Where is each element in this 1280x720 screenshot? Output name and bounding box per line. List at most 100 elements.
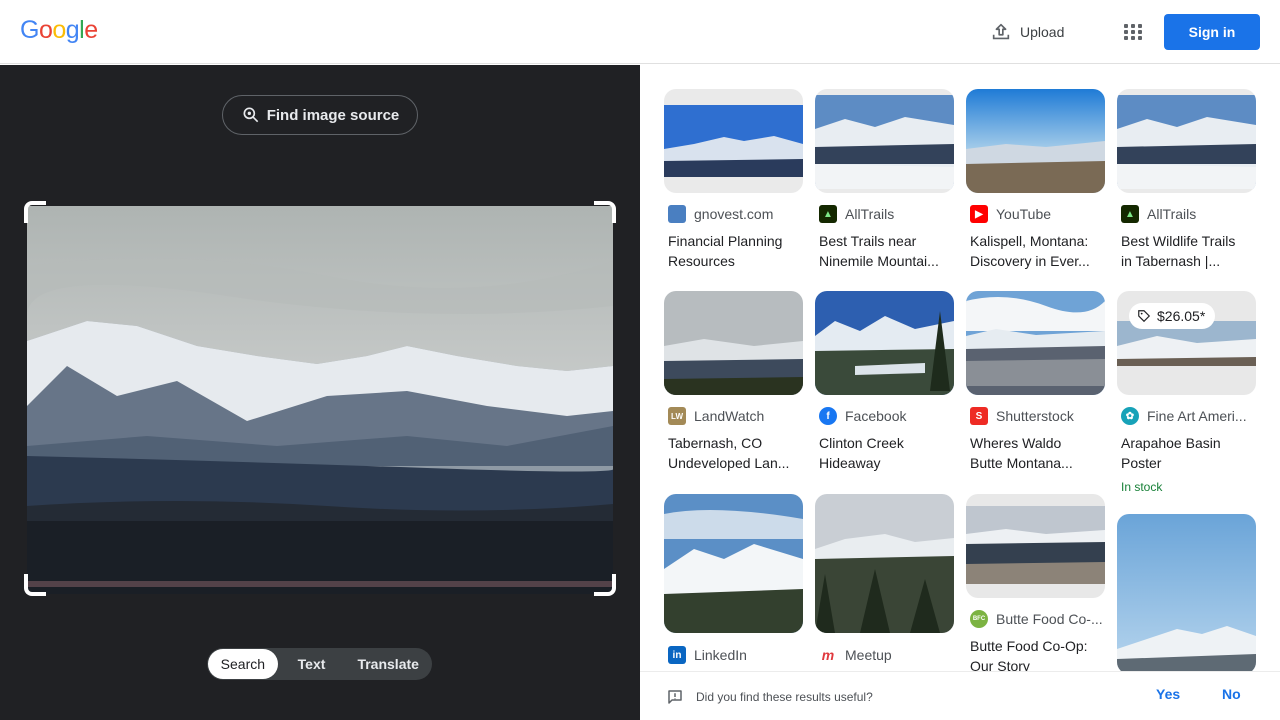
result-title: Clinton Creek Hideaway [819, 435, 904, 471]
stock-status: In stock [1121, 480, 1163, 494]
fineartamerica-favicon-icon: ✿ [1121, 407, 1139, 425]
feedback-bar: Did you find these results useful? Yes N… [640, 671, 1280, 720]
result-thumbnail [815, 291, 954, 395]
logo-letter: g [65, 16, 80, 44]
result-card[interactable]: ▶ YouTube Kalispell, Montana: Discovery i… [966, 89, 1105, 275]
shutterstock-favicon-icon: S [970, 407, 988, 425]
source-name: Meetup [845, 647, 892, 663]
result-title: Wheres Waldo Butte Montana... [970, 435, 1073, 471]
result-title: Tabernash, CO Undeveloped Lan... [668, 435, 790, 471]
result-source: LW LandWatch [668, 407, 764, 425]
feedback-no-button[interactable]: No [1222, 686, 1241, 702]
query-image[interactable] [27, 206, 613, 594]
result-thumbnail [966, 89, 1105, 193]
visual-matches-panel: gnovest.com Financial Planning Resources … [640, 65, 1280, 720]
result-thumbnail [815, 494, 954, 633]
result-card[interactable] [1117, 514, 1256, 674]
result-source: ✿ Fine Art Ameri... [1121, 407, 1247, 425]
result-title: Butte Food Co-Op: Our Story [970, 638, 1088, 674]
result-source: ▲ AllTrails [819, 205, 894, 223]
facebook-favicon-icon: f [819, 407, 837, 425]
source-name: AllTrails [845, 206, 895, 222]
meetup-favicon-icon: m [819, 646, 837, 664]
result-thumbnail [966, 494, 1105, 598]
result-source: ▶ YouTube [970, 205, 1051, 223]
logo-letter: o [52, 16, 66, 44]
feedback-question-text: Did you find these results useful? [696, 690, 873, 704]
alltrails-favicon-icon: ▲ [1121, 205, 1139, 223]
result-card[interactable]: gnovest.com Financial Planning Resources [664, 89, 803, 275]
find-image-source-button[interactable]: Find image source [222, 95, 418, 135]
result-title: Kalispell, Montana: Discovery in Ever... [970, 233, 1090, 269]
upload-label: Upload [1020, 24, 1065, 40]
result-title: Best Wildlife Trails in Tabernash |... [1121, 233, 1236, 269]
linkedin-favicon-icon: in [668, 646, 686, 664]
tab-text[interactable]: Text [278, 649, 346, 679]
result-card[interactable]: in LinkedIn [664, 494, 803, 674]
lens-mode-tabs: Search Text Translate [207, 648, 432, 680]
result-thumbnail [664, 494, 803, 633]
result-source: S Shutterstock [970, 407, 1074, 425]
source-name: YouTube [996, 206, 1052, 222]
google-logo[interactable]: Google [20, 16, 98, 45]
price-badge: $26.05* [1129, 303, 1216, 329]
tab-translate[interactable]: Translate [345, 649, 431, 679]
result-card[interactable]: m Meetup [815, 494, 954, 674]
result-source: in LinkedIn [668, 646, 747, 664]
result-thumbnail [815, 89, 954, 193]
top-bar: Google Upload Sign in [0, 0, 1280, 64]
result-thumbnail [966, 291, 1105, 395]
chart-favicon-icon [668, 205, 686, 223]
landwatch-favicon-icon: LW [668, 407, 686, 425]
lens-search-icon [243, 107, 258, 123]
result-title: Arapahoe Basin Poster [1121, 435, 1221, 471]
feedback-question: Did you find these results useful? [666, 688, 873, 706]
feedback-yes-button[interactable]: Yes [1156, 686, 1180, 702]
apps-grid-icon[interactable] [1118, 18, 1146, 46]
price-tag-icon [1138, 310, 1151, 323]
logo-letter: o [38, 16, 53, 44]
result-thumbnail [1117, 89, 1256, 193]
result-card[interactable]: f Facebook Clinton Creek Hideaway [815, 291, 954, 477]
source-name: LandWatch [694, 408, 765, 424]
upload-button[interactable]: Upload [990, 18, 1064, 46]
source-name: Fine Art Ameri... [1147, 408, 1247, 424]
sign-in-button[interactable]: Sign in [1164, 14, 1260, 50]
result-thumbnail [664, 89, 803, 193]
result-thumbnail [1117, 514, 1256, 674]
result-source: f Facebook [819, 407, 906, 425]
result-source: ▲ AllTrails [1121, 205, 1196, 223]
source-name: Butte Food Co-... [996, 611, 1103, 627]
crop-handle-bottom-left[interactable] [24, 574, 46, 596]
price-label: $26.05* [1157, 308, 1206, 324]
logo-letter: e [84, 16, 98, 44]
tab-search[interactable]: Search [208, 649, 278, 679]
result-card[interactable]: ▲ AllTrails Best Wildlife Trails in Taber… [1117, 89, 1256, 275]
result-card[interactable]: S Shutterstock Wheres Waldo Butte Montana… [966, 291, 1105, 477]
buttefood-favicon-icon: BFC [970, 610, 988, 628]
result-thumbnail [664, 291, 803, 395]
feedback-icon [668, 690, 682, 704]
crop-handle-bottom-right[interactable] [594, 574, 616, 596]
find-image-source-label: Find image source [266, 106, 400, 124]
result-card[interactable]: BFC Butte Food Co-... Butte Food Co-Op: O… [966, 494, 1105, 674]
source-name: Facebook [845, 408, 907, 424]
result-source: BFC Butte Food Co-... [970, 610, 1103, 628]
upload-icon [992, 23, 1010, 40]
crop-handle-top-right[interactable] [594, 201, 616, 223]
result-card[interactable]: $26.05* ✿ Fine Art Ameri... Arapahoe Bas… [1117, 291, 1256, 494]
result-source: gnovest.com [668, 205, 773, 223]
alltrails-favicon-icon: ▲ [819, 205, 837, 223]
result-title: Best Trails near Ninemile Mountai... [819, 233, 939, 269]
result-card[interactable]: ▲ AllTrails Best Trails near Ninemile Mou… [815, 89, 954, 275]
source-name: LinkedIn [694, 647, 747, 663]
crop-handle-top-left[interactable] [24, 201, 46, 223]
source-name: Shutterstock [996, 408, 1074, 424]
result-source: m Meetup [819, 646, 892, 664]
source-name: AllTrails [1147, 206, 1197, 222]
result-card[interactable]: LW LandWatch Tabernash, CO Undeveloped La… [664, 291, 803, 477]
source-name: gnovest.com [694, 206, 774, 222]
youtube-favicon-icon: ▶ [970, 205, 988, 223]
lens-panel: Find image source Search Text Translate [0, 65, 640, 720]
result-title: Financial Planning Resources [668, 233, 783, 269]
